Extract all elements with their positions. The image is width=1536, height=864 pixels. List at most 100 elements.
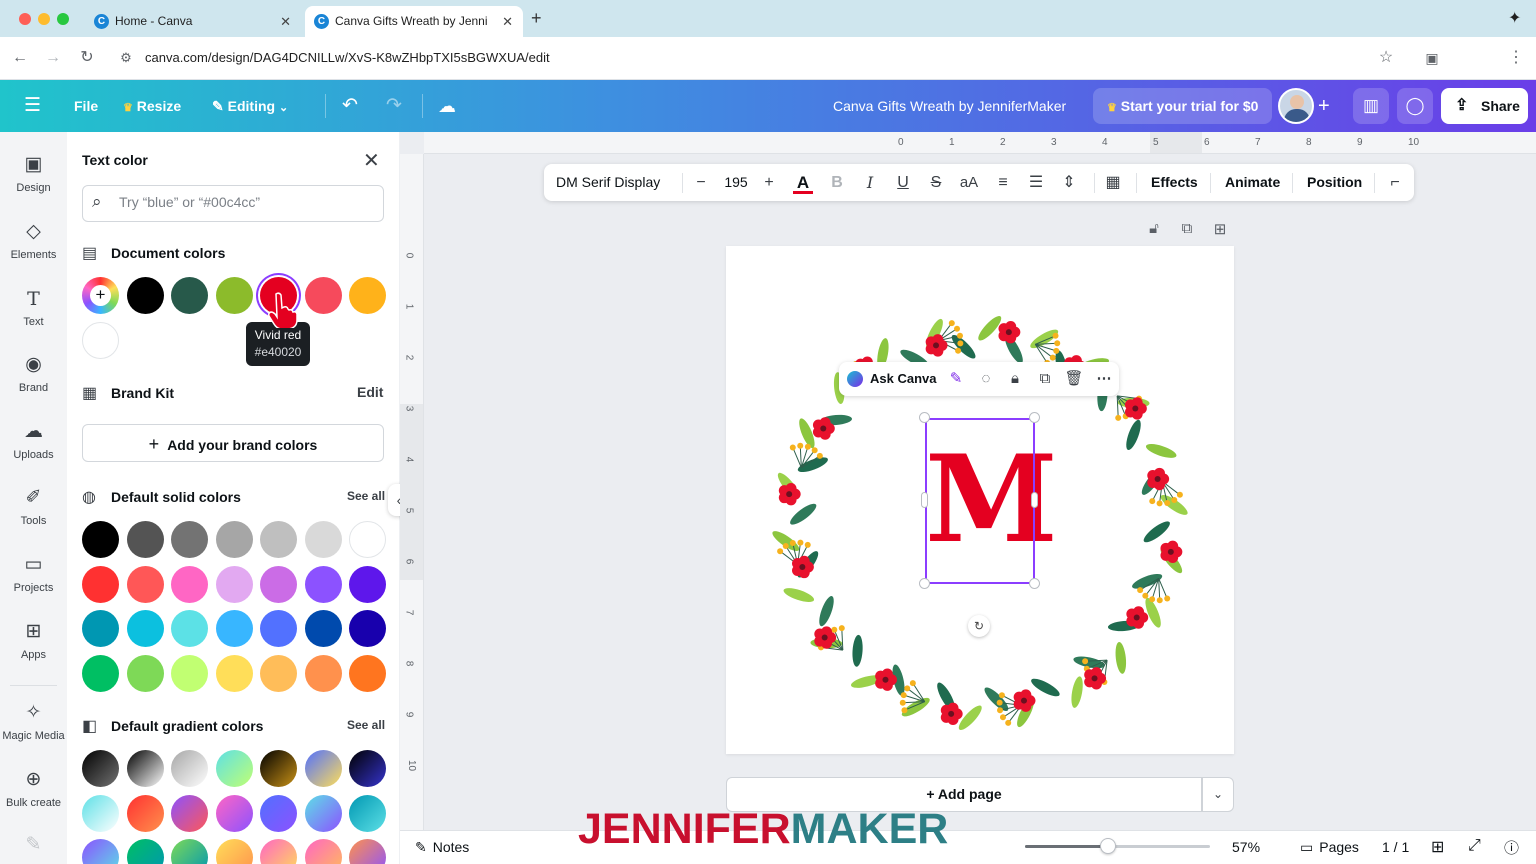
- gradient-color-swatch[interactable]: [260, 794, 297, 832]
- solid-color-swatch[interactable]: [304, 654, 342, 692]
- solid-color-swatch[interactable]: [171, 610, 208, 647]
- undo-icon[interactable]: ↶: [342, 80, 358, 132]
- solid-color-swatch[interactable]: [171, 521, 208, 558]
- gradient-color-swatch[interactable]: [349, 794, 386, 832]
- rail-item-uploads[interactable]: ☁ Uploads: [0, 419, 67, 461]
- solid-color-swatch[interactable]: [82, 654, 119, 692]
- user-avatar[interactable]: [1278, 88, 1314, 124]
- solid-color-swatch[interactable]: [215, 654, 253, 692]
- letter-case-button[interactable]: aA: [956, 170, 982, 196]
- invite-plus-icon[interactable]: +: [1318, 80, 1330, 132]
- new-tab-icon[interactable]: +: [531, 8, 542, 29]
- back-arrow-icon[interactable]: ←: [9, 47, 31, 69]
- paint-roller-icon[interactable]: ⌐: [1382, 170, 1408, 196]
- start-trial-button[interactable]: ♛ Start your trial for $0: [1093, 88, 1273, 124]
- gradient-color-swatch[interactable]: [349, 750, 386, 787]
- gradient-color-swatch[interactable]: [215, 750, 253, 787]
- rail-item-more[interactable]: ✎: [0, 832, 67, 862]
- resize-handle[interactable]: [1029, 412, 1040, 423]
- gradient-color-swatch[interactable]: [171, 839, 208, 864]
- add-page-dropdown-icon[interactable]: ⌄: [1202, 777, 1234, 812]
- site-info-icon[interactable]: ⚙: [115, 47, 137, 69]
- document-color-swatch[interactable]: [349, 277, 386, 314]
- solid-color-swatch[interactable]: [126, 521, 164, 558]
- minimize-window-button[interactable]: [38, 13, 50, 25]
- comment-add-icon[interactable]: ◌: [975, 367, 997, 391]
- resize-handle[interactable]: [919, 578, 930, 589]
- solid-color-swatch[interactable]: [171, 565, 208, 603]
- rail-item-apps[interactable]: ⊞ Apps: [0, 619, 67, 661]
- solid-color-swatch[interactable]: [215, 565, 253, 603]
- resize-handle[interactable]: [921, 492, 928, 508]
- gradient-color-swatch[interactable]: [349, 839, 386, 864]
- spacing-icon[interactable]: ⇕: [1056, 170, 1082, 196]
- solid-color-swatch[interactable]: [126, 654, 164, 692]
- resize-handle[interactable]: [1029, 578, 1040, 589]
- comment-icon[interactable]: ◯: [1397, 88, 1433, 124]
- solid-color-swatch[interactable]: [260, 654, 297, 692]
- duplicate-icon[interactable]: ⧉: [1034, 367, 1056, 391]
- gradient-color-swatch[interactable]: [171, 794, 208, 832]
- color-search-input[interactable]: [119, 194, 369, 210]
- url-field[interactable]: canva.com/design/DAG4DCNILLw/XvS-K8wZHbp…: [145, 50, 550, 65]
- design-title[interactable]: Canva Gifts Wreath by JenniferMaker: [833, 80, 1066, 132]
- increase-font-size-button[interactable]: +: [756, 170, 782, 196]
- close-window-button[interactable]: [19, 13, 31, 25]
- color-search-field[interactable]: ⌕: [82, 185, 384, 222]
- gradient-color-swatch[interactable]: [82, 794, 119, 832]
- solid-color-swatch[interactable]: [171, 654, 208, 692]
- grid-view-icon[interactable]: ⊞: [1431, 837, 1444, 857]
- gradient-color-swatch[interactable]: [304, 750, 342, 787]
- gradient-color-swatch[interactable]: [82, 839, 119, 864]
- solid-color-swatch[interactable]: [126, 610, 164, 647]
- editing-mode-dropdown[interactable]: ✎ Editing ⌄: [212, 80, 288, 132]
- position-button[interactable]: Position: [1307, 174, 1362, 190]
- solid-see-all-link[interactable]: See all: [347, 489, 385, 503]
- pages-button[interactable]: ▭ Pages: [1300, 839, 1359, 856]
- solid-color-swatch[interactable]: [82, 565, 119, 603]
- gemini-sparkle-icon[interactable]: ✦: [1508, 8, 1521, 28]
- solid-color-swatch[interactable]: [82, 521, 119, 558]
- help-icon[interactable]: ⓘ: [1504, 837, 1519, 858]
- document-color-swatch[interactable]: [126, 277, 164, 314]
- gradient-color-swatch[interactable]: [171, 750, 208, 787]
- strikethrough-button[interactable]: S: [923, 170, 949, 196]
- solid-color-swatch[interactable]: [349, 521, 386, 558]
- rail-item-design[interactable]: ▣ Design: [0, 152, 67, 194]
- text-color-button[interactable]: A: [790, 170, 816, 196]
- forward-arrow-icon[interactable]: →: [42, 47, 64, 69]
- gradient-color-swatch[interactable]: [126, 839, 164, 864]
- font-size-field[interactable]: 195: [714, 166, 758, 199]
- effects-button[interactable]: Effects: [1151, 174, 1198, 190]
- tab-close-icon[interactable]: ✕: [280, 6, 291, 37]
- cast-icon[interactable]: ▣: [1421, 47, 1443, 69]
- add-brand-colors-button[interactable]: + Add your brand colors: [82, 424, 384, 462]
- solid-color-swatch[interactable]: [260, 521, 297, 558]
- solid-color-swatch[interactable]: [82, 610, 119, 647]
- trash-icon[interactable]: 🗑︎: [1063, 367, 1085, 391]
- more-options-icon[interactable]: ⋯: [1093, 367, 1115, 391]
- rail-item-magic-media[interactable]: ✧ Magic Media: [0, 700, 67, 742]
- gradient-color-swatch[interactable]: [304, 794, 342, 832]
- solid-color-swatch[interactable]: [304, 565, 342, 603]
- solid-color-swatch[interactable]: [304, 610, 342, 647]
- solid-color-swatch[interactable]: [260, 610, 297, 647]
- document-color-swatch[interactable]: [82, 322, 119, 359]
- resize-button[interactable]: ♛ Resize: [123, 80, 181, 132]
- gradient-color-swatch[interactable]: [126, 750, 164, 787]
- document-color-swatch[interactable]: [215, 277, 253, 314]
- resize-handle[interactable]: [1031, 492, 1038, 508]
- transparency-checker-icon[interactable]: ▦: [1100, 170, 1126, 196]
- brand-kit-edit-link[interactable]: Edit: [357, 384, 383, 400]
- rail-item-brand[interactable]: ◉ Brand: [0, 352, 67, 394]
- gradient-color-swatch[interactable]: [215, 839, 253, 864]
- solid-color-swatch[interactable]: [349, 565, 386, 603]
- solid-color-swatch[interactable]: [126, 565, 164, 603]
- magic-edit-icon[interactable]: ✎: [945, 367, 967, 391]
- gradient-color-swatch[interactable]: [126, 794, 164, 832]
- document-color-swatch[interactable]: [171, 277, 208, 314]
- add-page-icon[interactable]: ⊞: [1210, 220, 1230, 240]
- zoom-level[interactable]: 57%: [1232, 839, 1260, 855]
- gradient-color-swatch[interactable]: [304, 839, 342, 864]
- browser-tab-home[interactable]: C Home - Canva ✕: [85, 6, 301, 37]
